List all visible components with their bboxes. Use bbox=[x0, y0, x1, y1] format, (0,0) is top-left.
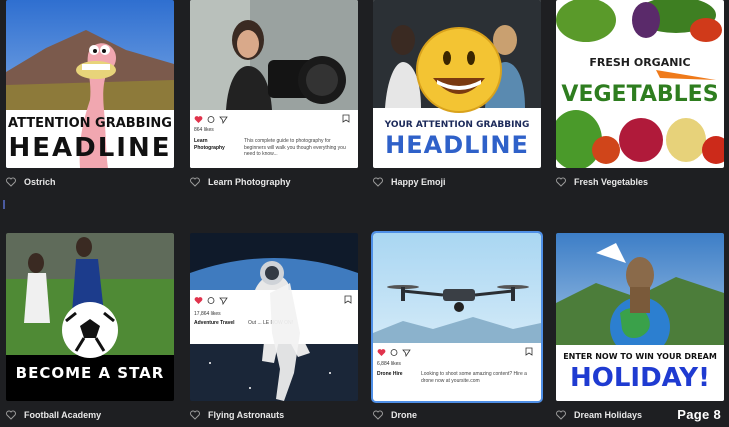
card-caption: Fresh Vegetables bbox=[556, 174, 724, 190]
bookmark-icon bbox=[525, 347, 533, 356]
headline-top: YOUR ATTENTION GRABBING bbox=[384, 120, 530, 130]
post-name: Adventure Travel bbox=[194, 320, 235, 326]
heart-icon[interactable] bbox=[373, 410, 383, 420]
card-caption: Ostrich bbox=[6, 174, 174, 190]
bookmark-icon bbox=[344, 295, 352, 304]
headline-bottom: HOLIDAY! bbox=[569, 363, 710, 393]
bookmark-icon bbox=[342, 114, 350, 123]
card-caption: Flying Astronauts bbox=[190, 407, 358, 423]
template-card-dream-holidays[interactable]: ENTER NOW TO WIN YOUR DREAM HOLIDAY! Dre… bbox=[556, 233, 724, 420]
headline: BECOME A STAR bbox=[15, 364, 165, 382]
headline-bottom: HEADLINE bbox=[385, 131, 529, 159]
heart-icon[interactable] bbox=[190, 410, 200, 420]
post-name: Learn Photography bbox=[194, 138, 225, 151]
template-card-ostrich[interactable]: ATTENTION GRABBING HEADLINE Ostrich bbox=[6, 0, 174, 187]
post-actions-icons bbox=[194, 116, 228, 124]
headline-top: ATTENTION GRABBING bbox=[8, 116, 172, 131]
likes-count: 6,884 likes bbox=[377, 361, 401, 367]
card-caption: Football Academy bbox=[6, 407, 174, 423]
template-thumbnail[interactable]: FRESH ORGANIC VEGETABLES bbox=[556, 0, 724, 168]
card-title: Fresh Vegetables bbox=[574, 177, 649, 187]
card-title: Dream Holidays bbox=[574, 410, 643, 420]
post-text: Looking to shoot some amazing content? H… bbox=[421, 371, 527, 384]
template-card-drone[interactable]: 6,884 likes Drone Hire Looking to shoot … bbox=[371, 231, 543, 420]
headline-bottom: VEGETABLES bbox=[561, 82, 719, 107]
template-thumbnail[interactable]: ENTER NOW TO WIN YOUR DREAM HOLIDAY! bbox=[556, 233, 724, 401]
template-card-learn-photography[interactable]: 864 likes Learn Photography This complet… bbox=[190, 0, 358, 187]
headline-bottom: HEADLINE bbox=[8, 133, 172, 163]
heart-icon[interactable] bbox=[190, 177, 200, 187]
headline-top: FRESH ORGANIC bbox=[589, 56, 691, 69]
heart-icon[interactable] bbox=[6, 410, 16, 420]
card-title: Learn Photography bbox=[208, 177, 291, 187]
likes-count: 864 likes bbox=[194, 127, 214, 133]
heart-icon[interactable] bbox=[556, 177, 566, 187]
card-title: Drone bbox=[391, 410, 418, 420]
card-caption: Happy Emoji bbox=[373, 174, 541, 190]
heart-icon[interactable] bbox=[373, 177, 383, 187]
template-card-flying-astronauts[interactable]: 17,864 likes Adventure Travel Out ... LE… bbox=[190, 233, 358, 420]
template-thumbnail[interactable]: BECOME A STAR bbox=[6, 233, 174, 401]
template-card-fresh-vegetables[interactable]: FRESH ORGANIC VEGETABLES Fresh Vegetable… bbox=[556, 0, 724, 187]
template-thumbnail[interactable]: YOUR ATTENTION GRABBING HEADLINE bbox=[373, 0, 541, 168]
card-title: Flying Astronauts bbox=[208, 410, 285, 420]
astronaut-figure bbox=[270, 283, 300, 401]
headline-top: ENTER NOW TO WIN YOUR DREAM bbox=[563, 352, 717, 361]
card-caption: Drone bbox=[373, 407, 541, 423]
post-actions-icons bbox=[194, 297, 228, 305]
heart-icon[interactable] bbox=[6, 177, 16, 187]
template-thumbnail[interactable]: 17,864 likes Adventure Travel Out ... LE… bbox=[190, 233, 358, 401]
post-actions-icons bbox=[377, 349, 411, 357]
card-title: Happy Emoji bbox=[391, 177, 446, 187]
card-title: Football Academy bbox=[24, 410, 102, 420]
card-caption: Learn Photography bbox=[190, 174, 358, 190]
template-thumbnail[interactable]: ATTENTION GRABBING HEADLINE bbox=[6, 0, 174, 168]
card-title: Ostrich bbox=[24, 177, 56, 187]
template-thumbnail[interactable]: 864 likes Learn Photography This complet… bbox=[190, 0, 358, 168]
likes-count: 17,864 likes bbox=[194, 311, 221, 317]
page-number-label: Page 8 bbox=[677, 407, 721, 422]
post-name: Drone Hire bbox=[377, 371, 403, 377]
text-cursor bbox=[3, 200, 5, 209]
post-text: This complete guide to photography for b… bbox=[244, 138, 346, 157]
template-thumbnail-selected[interactable]: 6,884 likes Drone Hire Looking to shoot … bbox=[371, 231, 543, 403]
template-card-happy-emoji[interactable]: YOUR ATTENTION GRABBING HEADLINE Happy E… bbox=[373, 0, 541, 187]
template-card-football-academy[interactable]: BECOME A STAR Football Academy bbox=[6, 233, 174, 420]
heart-icon[interactable] bbox=[556, 410, 566, 420]
